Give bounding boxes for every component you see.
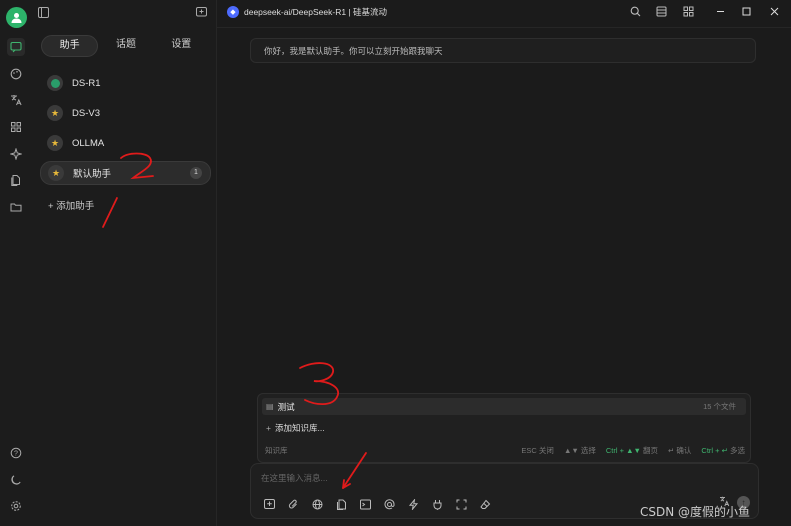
knowledge-footer-label: 知识库 xyxy=(265,446,288,455)
hint-page: Ctrl + ▲▼ 翻页 xyxy=(606,445,658,456)
hint-page-key: Ctrl + ▲▼ xyxy=(605,446,641,455)
fullscreen-icon[interactable] xyxy=(453,496,469,512)
tab-topics[interactable]: 话题 xyxy=(98,35,153,57)
web-search-icon[interactable] xyxy=(309,496,325,512)
plus-icon: + xyxy=(48,201,54,212)
attach-icon[interactable] xyxy=(285,496,301,512)
assistant-avatar xyxy=(47,75,63,91)
assistant-item-default[interactable]: ★ 默认助手 1 xyxy=(40,161,211,185)
apps-grid-icon[interactable] xyxy=(681,6,695,20)
top-bar: ◆ deepseek-ai/DeepSeek-R1 | 硅基流动 xyxy=(217,0,791,28)
knowledge-item-name: 测试 xyxy=(277,401,295,412)
hint-confirm: ↵ 确认 xyxy=(668,446,692,455)
folder-icon[interactable] xyxy=(7,198,25,216)
minimize-icon[interactable] xyxy=(713,6,727,20)
settings-icon[interactable] xyxy=(7,497,25,515)
knowledge-item-meta: 15 个文件 xyxy=(703,402,736,411)
mention-icon[interactable] xyxy=(381,496,397,512)
add-knowledge-label: 添加知识库... xyxy=(274,422,325,433)
apps-icon[interactable] xyxy=(7,118,25,136)
knowledge-footer: 知识库 ESC 关闭 ▲▼ 选择 Ctrl + ▲▼ 翻页 ↵ 确认 Ctrl … xyxy=(265,445,745,456)
help-icon[interactable]: ? xyxy=(7,444,25,462)
deepseek-logo-icon: ◆ xyxy=(227,6,239,18)
hint-multi-text: 多选 xyxy=(730,446,745,455)
message-input-placeholder[interactable]: 在这里输入消息... xyxy=(261,472,328,484)
collapse-sidebar-icon[interactable] xyxy=(38,7,50,19)
add-assistant-label: 添加助手 xyxy=(56,201,95,212)
quick-phrase-icon[interactable] xyxy=(405,496,421,512)
hint-multi-key: Ctrl + ↵ xyxy=(701,446,728,455)
hint-page-text: 翻页 xyxy=(643,446,659,455)
model-label: deepseek-ai/DeepSeek-R1 | 硅基流动 xyxy=(244,7,387,17)
hint-select: ▲▼ 选择 xyxy=(563,446,596,455)
new-topic-icon[interactable] xyxy=(196,7,208,19)
layout-icon[interactable] xyxy=(654,6,668,20)
assistant-name: DS-V3 xyxy=(72,107,100,119)
files-icon[interactable] xyxy=(7,171,25,189)
hint-multi: Ctrl + ↵ 多选 xyxy=(701,445,745,456)
avatar[interactable] xyxy=(6,7,27,28)
new-topic-icon[interactable] xyxy=(261,496,277,512)
assistant-name: OLLMA xyxy=(72,137,105,149)
watermark: CSDN @度假的小鱼 xyxy=(640,505,751,519)
star-icon: ★ xyxy=(48,165,64,181)
star-icon: ★ xyxy=(47,135,63,151)
hint-esc: ESC 关闭 xyxy=(521,446,554,455)
assistant-item-ds-r1[interactable]: DS-R1 xyxy=(40,72,209,94)
assistant-name: 默认助手 xyxy=(73,169,112,180)
maximize-icon[interactable] xyxy=(739,6,753,20)
add-knowledge-base-button[interactable]: + 添加知识库... xyxy=(262,419,746,436)
knowledge-icon[interactable] xyxy=(333,496,349,512)
input-toolbar xyxy=(261,496,493,512)
knowledge-item[interactable]: ▤ 测试 15 个文件 xyxy=(262,398,746,415)
model-selector[interactable]: ◆ deepseek-ai/DeepSeek-R1 | 硅基流动 xyxy=(227,6,387,18)
file-icon: ▤ xyxy=(266,402,274,411)
assistant-item-ds-v3[interactable]: ★ DS-V3 xyxy=(40,102,209,124)
icon-rail: ? xyxy=(0,0,34,526)
assistant-item-ollma[interactable]: ★ OLLMA xyxy=(40,132,209,154)
tab-settings[interactable]: 设置 xyxy=(154,35,209,57)
close-icon[interactable] xyxy=(767,6,781,20)
search-icon[interactable] xyxy=(628,6,642,20)
star-icon: ★ xyxy=(47,105,63,121)
translate-icon[interactable] xyxy=(7,91,25,109)
greeting-message: 你好，我是默认助手。你可以立刻开始跟我聊天 xyxy=(250,38,756,63)
mcp-icon[interactable] xyxy=(429,496,445,512)
tab-assistants[interactable]: 助手 xyxy=(41,35,99,57)
moon-icon[interactable] xyxy=(7,471,25,489)
terminal-icon[interactable] xyxy=(357,496,373,512)
add-assistant-button[interactable]: + 添加助手 xyxy=(48,198,94,212)
knowledge-base-popup: ▤ 测试 15 个文件 + 添加知识库... 知识库 ESC 关闭 ▲▼ 选择 … xyxy=(257,393,751,463)
user-icon xyxy=(11,13,22,23)
chat-icon[interactable] xyxy=(7,38,25,56)
assistant-name: DS-R1 xyxy=(72,77,101,89)
sidebar-tabs: 助手 话题 设置 xyxy=(41,35,209,57)
plus-icon: + xyxy=(266,422,271,433)
clear-icon[interactable] xyxy=(477,496,493,512)
svg-text:?: ? xyxy=(14,450,18,457)
assistant-sidebar: 助手 话题 设置 DS-R1 ★ DS-V3 ★ OLLMA ★ 默认助手 1 … xyxy=(33,0,217,526)
topic-count-badge: 1 xyxy=(190,167,202,179)
sparkle-icon[interactable] xyxy=(7,145,25,163)
palette-icon[interactable] xyxy=(7,65,25,83)
